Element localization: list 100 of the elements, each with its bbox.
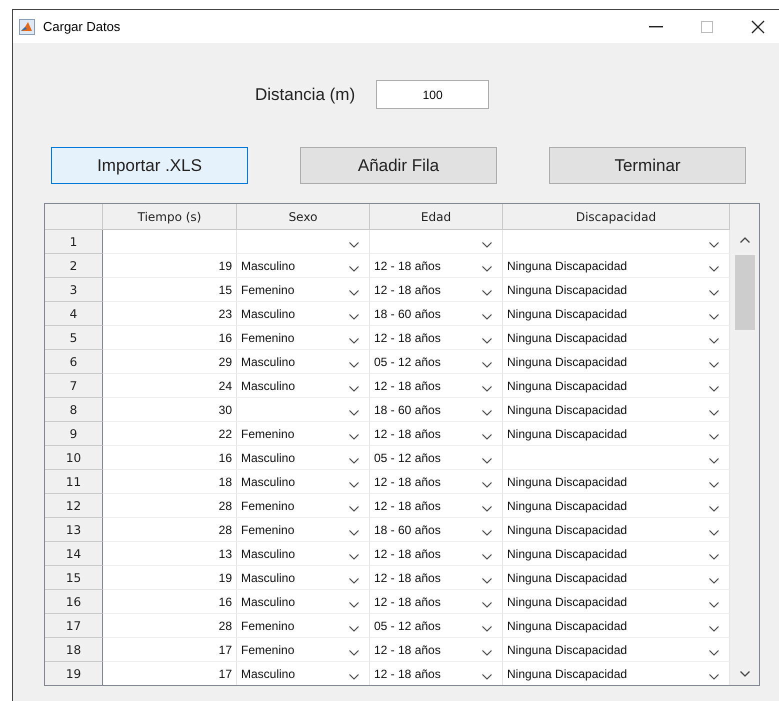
- chevron-down-icon: [709, 554, 719, 560]
- chevron-down-icon: [709, 674, 719, 680]
- dropdown-cell[interactable]: 12 - 18 años: [370, 638, 503, 662]
- dropdown-cell[interactable]: Ninguna Discapacidad: [503, 590, 730, 614]
- table-cell[interactable]: 24: [103, 374, 237, 398]
- dropdown-cell[interactable]: 12 - 18 años: [370, 278, 503, 302]
- dropdown-cell[interactable]: [503, 446, 730, 470]
- chevron-down-icon: [482, 650, 492, 656]
- distance-field[interactable]: 100: [376, 80, 490, 109]
- chevron-down-icon: [709, 626, 719, 632]
- scroll-thumb[interactable]: [734, 255, 754, 330]
- dropdown-cell[interactable]: Masculino: [237, 350, 370, 374]
- dropdown-cell[interactable]: 12 - 18 años: [370, 590, 503, 614]
- chevron-down-icon: [709, 482, 719, 488]
- dropdown-cell[interactable]: 05 - 12 años: [370, 446, 503, 470]
- dropdown-cell[interactable]: Femenino: [237, 278, 370, 302]
- close-icon[interactable]: [751, 20, 765, 34]
- dropdown-cell[interactable]: Ninguna Discapacidad: [503, 470, 730, 494]
- table-cell[interactable]: 28: [103, 614, 237, 638]
- dropdown-cell[interactable]: Femenino: [237, 422, 370, 446]
- dropdown-cell[interactable]: Ninguna Discapacidad: [503, 278, 730, 302]
- dropdown-cell[interactable]: Masculino: [237, 542, 370, 566]
- minimize-icon[interactable]: [649, 26, 663, 28]
- table-cell[interactable]: 30: [103, 398, 237, 422]
- dropdown-cell[interactable]: Ninguna Discapacidad: [503, 398, 730, 422]
- dropdown-cell[interactable]: 05 - 12 años: [370, 614, 503, 638]
- dropdown-cell[interactable]: [503, 230, 730, 254]
- dropdown-cell[interactable]: [237, 398, 370, 422]
- maximize-icon[interactable]: [701, 20, 713, 32]
- dropdown-cell[interactable]: 12 - 18 años: [370, 494, 503, 518]
- dropdown-cell[interactable]: Ninguna Discapacidad: [503, 326, 730, 350]
- dropdown-cell[interactable]: 12 - 18 años: [370, 470, 503, 494]
- table-cell[interactable]: 16: [103, 326, 237, 350]
- dropdown-cell[interactable]: Femenino: [237, 326, 370, 350]
- scrollbar[interactable]: [730, 204, 759, 685]
- dropdown-cell[interactable]: Ninguna Discapacidad: [503, 254, 730, 278]
- table-cell[interactable]: 22: [103, 422, 237, 446]
- table-cell[interactable]: 29: [103, 350, 237, 374]
- dropdown-cell[interactable]: 12 - 18 años: [370, 662, 503, 685]
- dropdown-cell[interactable]: 18 - 60 años: [370, 398, 503, 422]
- scroll-down-icon[interactable]: [740, 671, 750, 677]
- table-cell[interactable]: 17: [103, 662, 237, 685]
- app-icon: [19, 18, 35, 34]
- dropdown-cell[interactable]: Ninguna Discapacidad: [503, 614, 730, 638]
- dropdown-cell[interactable]: Femenino: [237, 494, 370, 518]
- table-cell[interactable]: 23: [103, 302, 237, 326]
- dropdown-cell[interactable]: Femenino: [237, 638, 370, 662]
- row-number: 19: [45, 662, 103, 685]
- dropdown-cell[interactable]: 12 - 18 años: [370, 422, 503, 446]
- dropdown-cell[interactable]: Ninguna Discapacidad: [503, 350, 730, 374]
- dropdown-cell[interactable]: Masculino: [237, 662, 370, 685]
- dropdown-cell[interactable]: Masculino: [237, 590, 370, 614]
- dropdown-cell[interactable]: Ninguna Discapacidad: [503, 566, 730, 590]
- dropdown-cell[interactable]: Ninguna Discapacidad: [503, 374, 730, 398]
- table-cell[interactable]: 19: [103, 566, 237, 590]
- dropdown-cell[interactable]: Masculino: [237, 254, 370, 278]
- chevron-down-icon: [709, 578, 719, 584]
- dropdown-cell[interactable]: 12 - 18 años: [370, 254, 503, 278]
- action-button[interactable]: Añadir Fila: [300, 147, 497, 184]
- dropdown-cell[interactable]: Ninguna Discapacidad: [503, 518, 730, 542]
- table-cell[interactable]: 18: [103, 470, 237, 494]
- dropdown-cell[interactable]: [237, 230, 370, 254]
- table-cell[interactable]: 15: [103, 278, 237, 302]
- table-cell[interactable]: [103, 230, 237, 254]
- dropdown-cell[interactable]: Femenino: [237, 614, 370, 638]
- dropdown-cell[interactable]: Ninguna Discapacidad: [503, 422, 730, 446]
- row-number: 5: [45, 326, 103, 350]
- scroll-up-icon[interactable]: [740, 237, 750, 243]
- dropdown-cell[interactable]: 12 - 18 años: [370, 566, 503, 590]
- dropdown-cell[interactable]: Femenino: [237, 518, 370, 542]
- dropdown-cell[interactable]: Masculino: [237, 470, 370, 494]
- row-number: 13: [45, 518, 103, 542]
- dropdown-cell[interactable]: Ninguna Discapacidad: [503, 542, 730, 566]
- dropdown-cell[interactable]: 18 - 60 años: [370, 302, 503, 326]
- dropdown-cell[interactable]: Ninguna Discapacidad: [503, 302, 730, 326]
- table-cell[interactable]: 28: [103, 494, 237, 518]
- action-button[interactable]: Terminar: [549, 147, 746, 184]
- dropdown-cell[interactable]: Masculino: [237, 302, 370, 326]
- dropdown-cell[interactable]: Masculino: [237, 374, 370, 398]
- dropdown-cell[interactable]: [370, 230, 503, 254]
- dropdown-cell[interactable]: Masculino: [237, 566, 370, 590]
- table-cell[interactable]: 16: [103, 446, 237, 470]
- dropdown-cell[interactable]: 05 - 12 años: [370, 350, 503, 374]
- table-cell[interactable]: 28: [103, 518, 237, 542]
- column-header: Sexo: [237, 204, 370, 230]
- dropdown-cell[interactable]: 12 - 18 años: [370, 374, 503, 398]
- dropdown-cell[interactable]: Ninguna Discapacidad: [503, 494, 730, 518]
- dropdown-cell[interactable]: Masculino: [237, 446, 370, 470]
- chevron-down-icon: [349, 650, 359, 656]
- table-cell[interactable]: 16: [103, 590, 237, 614]
- chevron-down-icon: [349, 674, 359, 680]
- dropdown-cell[interactable]: 18 - 60 años: [370, 518, 503, 542]
- dropdown-cell[interactable]: 12 - 18 años: [370, 326, 503, 350]
- chevron-down-icon: [349, 314, 359, 320]
- table-cell[interactable]: 13: [103, 542, 237, 566]
- table-cell[interactable]: 19: [103, 254, 237, 278]
- table-cell[interactable]: 17: [103, 638, 237, 662]
- action-button[interactable]: Importar .XLS: [51, 147, 248, 184]
- dropdown-cell[interactable]: Ninguna Discapacidad: [503, 638, 730, 662]
- dropdown-cell[interactable]: 12 - 18 años: [370, 542, 503, 566]
